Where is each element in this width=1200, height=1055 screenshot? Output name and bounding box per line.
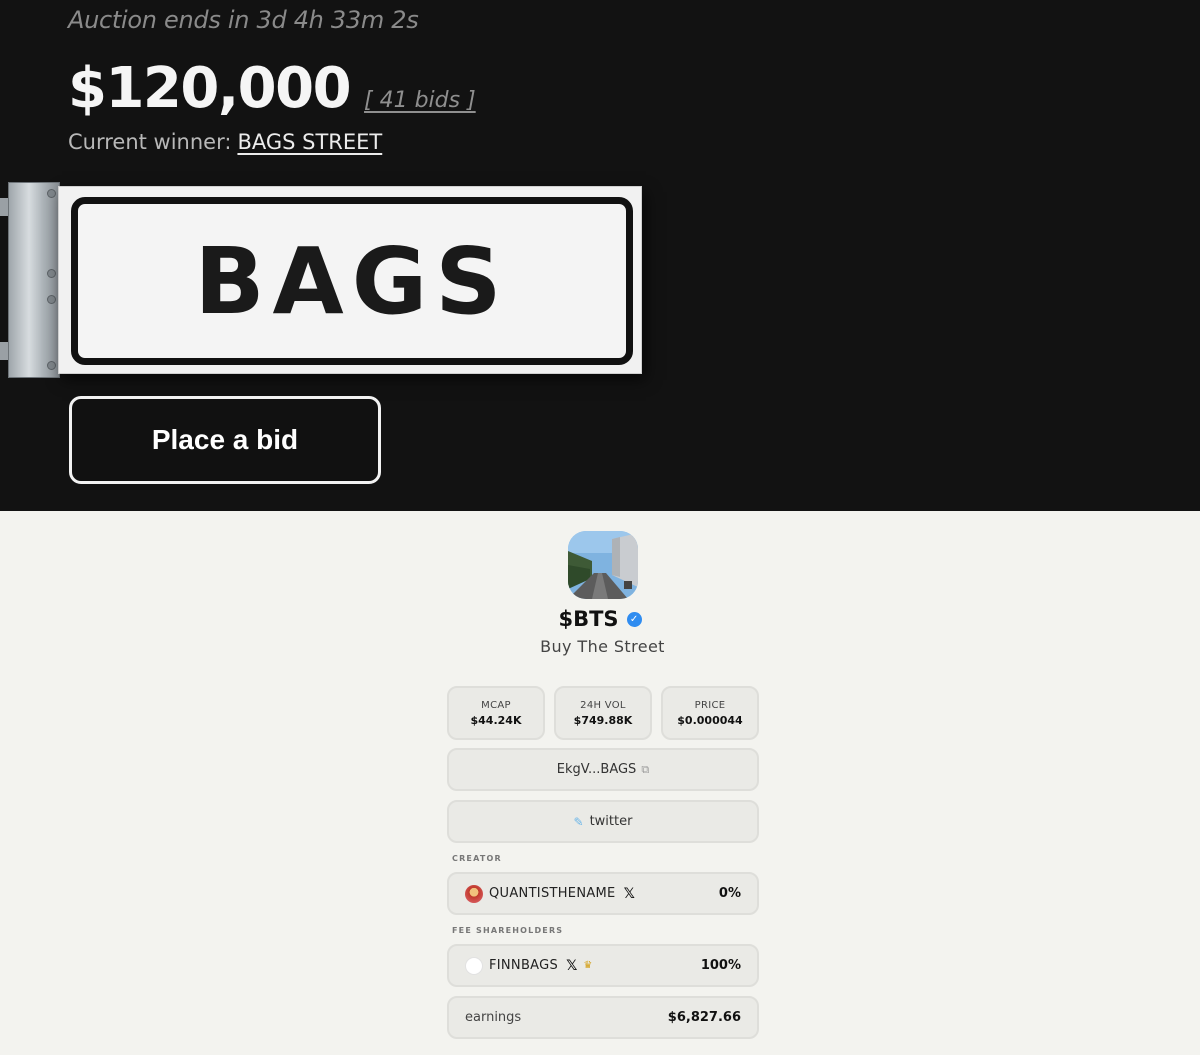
stat-price: PRICE $0.000044 [661,686,759,740]
sign-bracket [8,182,60,378]
stat-value: $44.24K [470,714,522,727]
shareholders-section-label: FEE SHAREHOLDERS [452,926,564,935]
shareholder-share: 100% [700,958,741,973]
bolt-icon [47,361,56,370]
bolt-icon [47,269,56,278]
stat-label: PRICE [694,700,726,711]
creator-row[interactable]: QUANTISTHENAME 𝕏 0% [447,872,759,915]
crown-icon: ♛ [583,960,593,971]
twitter-link-button[interactable]: ✎ twitter [447,800,759,843]
place-bid-button[interactable]: Place a bid [69,396,381,484]
earnings-row: earnings $6,827.66 [447,996,759,1039]
token-avatar [568,531,638,599]
stat-label: 24H VOL [580,700,626,711]
feather-icon: ✎ [573,814,584,829]
price-row: $120,000 [ 41 bids ] [68,56,476,121]
winner-label: Current winner: [68,130,232,154]
shareholder-row[interactable]: FINNBAGS 𝕏 ♛ 100% [447,944,759,987]
stat-value: $0.000044 [677,714,743,727]
earnings-label: earnings [465,1010,522,1025]
stat-mcap: MCAP $44.24K [447,686,545,740]
verified-icon: ✓ [626,611,642,627]
twitter-label: twitter [589,814,633,829]
street-photo-icon [568,531,638,599]
stat-value: $749.88K [573,714,633,727]
shareholder-name: FINNBAGS [489,958,559,973]
contract-address: EkgV...BAGS [556,762,637,777]
creator-avatar [465,884,483,903]
x-logo-icon[interactable]: 𝕏 [566,958,577,974]
stat-24h-vol: 24H VOL $749.88K [554,686,652,740]
stat-label: MCAP [481,700,511,711]
bid-count-link[interactable]: [ 41 bids ] [364,88,476,113]
creator-name: QUANTISTHENAME [489,886,616,901]
auction-panel: Auction ends in 3d 4h 33m 2s $120,000 [ … [0,0,1200,511]
auction-countdown: Auction ends in 3d 4h 33m 2s [68,6,419,34]
shareholder-avatar [465,956,483,975]
creator-share: 0% [718,886,741,901]
token-panel: $BTS ✓ Buy The Street MCAP $44.24K 24H V… [0,511,1200,1055]
current-winner: Current winner: BAGS STREET [68,130,382,154]
sign-plate: BAGS [58,186,642,374]
current-price: $120,000 [68,56,352,121]
winner-link[interactable]: BAGS STREET [237,130,382,154]
ticker-row: $BTS ✓ [0,607,1200,631]
sign-text: BAGS [194,227,510,335]
copy-icon: ⧉ [641,762,650,776]
sign-plate-border: BAGS [71,197,633,365]
token-ticker: $BTS [558,607,619,631]
contract-address-button[interactable]: EkgV...BAGS ⧉ [447,748,759,791]
street-sign-image: BAGS [0,180,650,380]
bolt-icon [47,295,56,304]
creator-section-label: CREATOR [452,854,502,863]
x-logo-icon[interactable]: 𝕏 [624,886,635,902]
earnings-value: $6,827.66 [667,1010,741,1025]
bolt-icon [47,189,56,198]
token-name: Buy The Street [540,637,665,656]
